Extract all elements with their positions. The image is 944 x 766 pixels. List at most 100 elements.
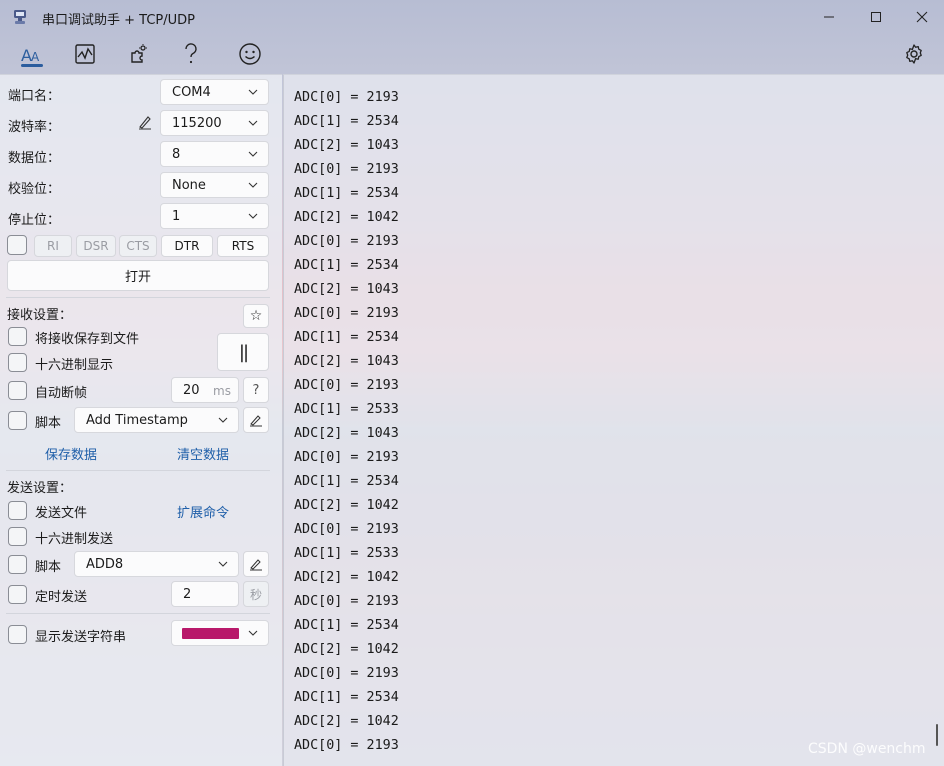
auto-frame-value: 20: [183, 383, 200, 398]
pen-icon[interactable]: [137, 114, 153, 134]
active-tab-indicator: [21, 64, 43, 67]
port-value: COM4: [172, 85, 211, 100]
databits-select[interactable]: 8: [160, 141, 269, 167]
parity-value: None: [172, 178, 206, 193]
auto-frame-input[interactable]: 20 ms: [171, 377, 239, 403]
log-line: ADC[2] = 1043: [294, 354, 399, 369]
window-title: 串口调试助手 + TCP/UDP: [42, 13, 195, 28]
baud-label: 波特率：: [8, 120, 61, 135]
close-icon: [916, 11, 928, 23]
ri-button[interactable]: RI: [34, 235, 72, 257]
log-line: ADC[2] = 1043: [294, 426, 399, 441]
timed-send-input[interactable]: 2: [171, 581, 239, 607]
rts-button[interactable]: RTS: [217, 235, 269, 257]
log-line: ADC[0] = 2193: [294, 90, 399, 105]
gear-icon: [906, 44, 922, 64]
send-color-select[interactable]: [171, 620, 269, 646]
timed-send-label: 定时发送: [35, 590, 88, 605]
stopbits-value: 1: [172, 209, 181, 224]
log-line: ADC[0] = 2193: [294, 234, 399, 249]
toolbar-chart-button[interactable]: [69, 38, 101, 70]
save-to-file-label: 将接收保存到文件: [35, 332, 140, 347]
svg-text:A: A: [31, 50, 40, 64]
minimize-icon: [824, 16, 834, 18]
save-data-link[interactable]: 保存数据: [45, 444, 97, 463]
toolbar: AA: [0, 34, 944, 74]
plugin-icon: [131, 44, 147, 63]
cts-button[interactable]: CTS: [119, 235, 157, 257]
log-line: ADC[0] = 2193: [294, 522, 399, 537]
color-swatch: [182, 628, 239, 639]
send-file-checkbox[interactable]: [8, 501, 27, 520]
log-line: ADC[1] = 2534: [294, 258, 399, 273]
port-select[interactable]: COM4: [160, 79, 269, 105]
receive-settings-header: 接收设置：: [7, 308, 73, 323]
log-line: ADC[0] = 2193: [294, 378, 399, 393]
toolbar-plugin-button[interactable]: [122, 38, 154, 70]
auto-frame-checkbox[interactable]: [8, 381, 27, 400]
databits-value: 8: [172, 147, 181, 162]
stopbits-select[interactable]: 1: [160, 203, 269, 229]
receive-script-checkbox[interactable]: [8, 411, 27, 430]
log-line: ADC[0] = 2193: [294, 450, 399, 465]
divider: [6, 297, 270, 298]
chevron-down-icon: [218, 417, 228, 423]
log-line: ADC[2] = 1043: [294, 138, 399, 153]
log-scrollbar[interactable]: [936, 724, 938, 746]
log-line: ADC[1] = 2534: [294, 618, 399, 633]
send-script-select[interactable]: ADD8: [74, 551, 239, 577]
clear-data-link[interactable]: 清空数据: [177, 444, 229, 463]
minimize-button[interactable]: [807, 5, 851, 29]
pause-button[interactable]: ||: [217, 333, 269, 371]
log-line: ADC[1] = 2534: [294, 114, 399, 129]
toolbar-smiley-button[interactable]: [234, 38, 266, 70]
send-script-checkbox[interactable]: [8, 555, 27, 574]
smiley-icon: [239, 43, 261, 65]
parity-label: 校验位：: [8, 182, 61, 197]
chart-icon: [75, 44, 95, 64]
toolbar-settings-button[interactable]: [898, 38, 930, 70]
dsr-button[interactable]: DSR: [76, 235, 116, 257]
star-button[interactable]: ☆: [243, 304, 269, 328]
open-port-button[interactable]: 打开: [7, 260, 269, 291]
parity-select[interactable]: None: [160, 172, 269, 198]
signal-checkbox[interactable]: [7, 235, 27, 255]
hex-display-checkbox[interactable]: [8, 353, 27, 372]
chevron-down-icon: [248, 630, 258, 636]
send-file-label: 发送文件: [35, 506, 88, 521]
extended-commands-link[interactable]: 扩展命令: [177, 502, 229, 521]
chevron-down-icon: [248, 182, 258, 188]
app-icon: [12, 9, 28, 25]
timed-send-checkbox[interactable]: [8, 585, 27, 604]
chevron-down-icon: [218, 561, 228, 567]
app-window: 串口调试助手 + TCP/UDP AA 端口名： COM4 波特率： 11520…: [0, 0, 944, 766]
dtr-button[interactable]: DTR: [161, 235, 213, 257]
receive-script-value: Add Timestamp: [86, 413, 188, 428]
save-to-file-checkbox[interactable]: [8, 327, 27, 346]
receive-script-select[interactable]: Add Timestamp: [74, 407, 239, 433]
hex-send-checkbox[interactable]: [8, 527, 27, 546]
show-send-string-checkbox[interactable]: [8, 625, 27, 644]
baud-select[interactable]: 115200: [160, 110, 269, 136]
receive-script-edit-button[interactable]: [243, 407, 269, 433]
log-line: ADC[1] = 2533: [294, 402, 399, 417]
help-button[interactable]: ?: [243, 377, 269, 403]
baud-value: 115200: [172, 116, 222, 131]
timed-send-unit: 秒: [243, 581, 269, 607]
toolbar-help-button[interactable]: [175, 38, 207, 70]
log-line: ADC[1] = 2533: [294, 546, 399, 561]
divider: [6, 613, 270, 614]
chevron-down-icon: [248, 213, 258, 219]
log-line: ADC[1] = 2534: [294, 330, 399, 345]
send-script-edit-button[interactable]: [243, 551, 269, 577]
log-line: ADC[0] = 2193: [294, 738, 399, 753]
receive-script-label: 脚本: [35, 416, 62, 431]
pen-icon: [250, 559, 262, 571]
log-line: ADC[2] = 1043: [294, 282, 399, 297]
auto-frame-label: 自动断帧: [35, 386, 88, 401]
pen-icon: [250, 415, 262, 427]
maximize-button[interactable]: [854, 5, 898, 29]
show-send-string-label: 显示发送字符串: [35, 630, 127, 645]
chevron-down-icon: [248, 120, 258, 126]
close-button[interactable]: [900, 5, 944, 29]
